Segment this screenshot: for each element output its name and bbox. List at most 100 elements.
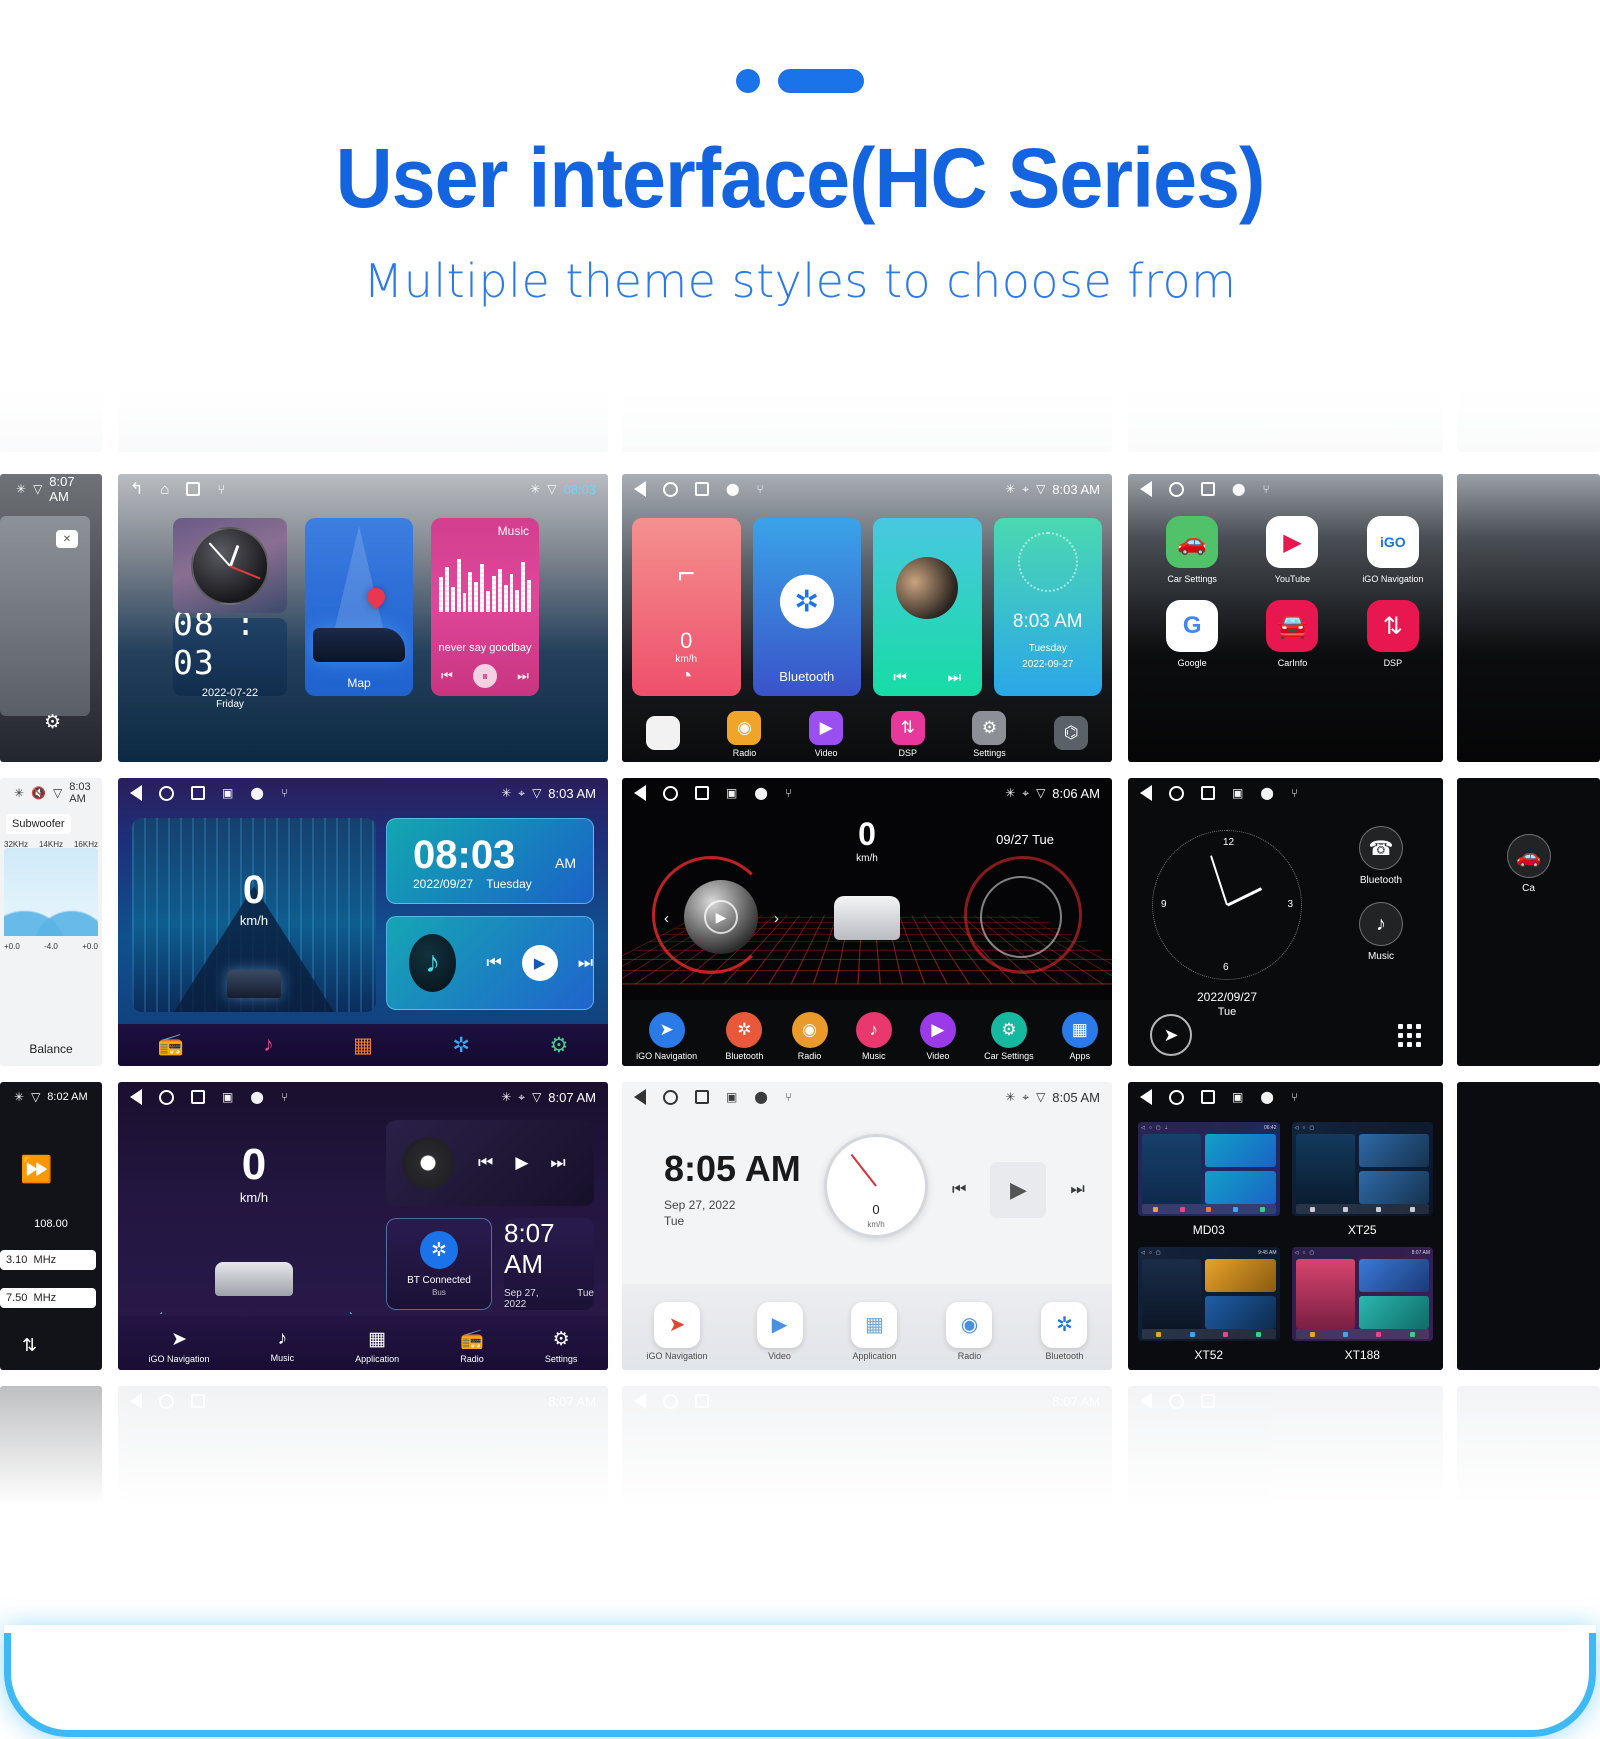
screen-tile-settings-partial[interactable]: ✳ ▽ 8:07 AM ✕ ⚙ xyxy=(0,474,102,762)
music-widget[interactable]: ⏮ ▶ ⏭ xyxy=(386,1120,594,1206)
dock-item-igo[interactable]: ➤ iGO Navigation xyxy=(149,1328,210,1364)
dock-item-bluetooth[interactable]: ✲ Bluetooth xyxy=(725,1011,763,1061)
app-dock[interactable]: ➤ iGO Navigation ✲ Bluetooth ◉ Radio ♪ M… xyxy=(622,1000,1112,1066)
clock-widget[interactable]: 8:05 AM Sep 27, 2022 Tue xyxy=(664,1148,801,1228)
music-card[interactable]: ⏮ ⏭ xyxy=(873,518,982,696)
back-icon[interactable] xyxy=(634,785,646,801)
recents-icon[interactable] xyxy=(695,786,709,800)
home-icon[interactable] xyxy=(663,481,678,497)
next-icon[interactable]: ⏭ xyxy=(517,668,529,684)
speed-widget[interactable]: 0 km/h xyxy=(132,818,376,1012)
map-widget[interactable]: Map xyxy=(305,518,413,696)
recents-icon[interactable] xyxy=(186,482,201,496)
home-icon[interactable] xyxy=(1169,1089,1184,1105)
button-bluetooth[interactable]: ☎ Bluetooth xyxy=(1331,826,1431,886)
apps-icon[interactable]: ▦ xyxy=(353,1033,373,1058)
screen-tile-theme-purple[interactable]: ▣ ⬤ ⑂ ✳ ⌖ ▽ 8:07 AM 0 km/h ⏮ ▶ ⏭ ✲ BT Co… xyxy=(118,1082,608,1370)
app-item-car-settings[interactable]: 🚗 Car Settings xyxy=(1142,516,1242,584)
dock-item-android[interactable]: ⌬ xyxy=(1054,715,1089,753)
model-item-xt188[interactable]: ◁ ○ ▢ 8:07 AM XT188 xyxy=(1291,1247,1433,1362)
clock-widget[interactable]: 8:07 AM Sep 27, 2022 Tue xyxy=(504,1218,594,1310)
dock-item-video[interactable]: ▶ Video xyxy=(756,1301,803,1361)
prev-icon[interactable]: ⏮ xyxy=(478,1153,493,1173)
dock-item-apps[interactable]: ▦ Apps xyxy=(1061,1011,1098,1061)
dock-item-bluetooth[interactable]: ✲ Bluetooth xyxy=(1041,1301,1088,1361)
bottom-bar[interactable]: ➤ xyxy=(1128,1014,1443,1056)
analog-clock[interactable]: 12 3 6 9 xyxy=(1152,830,1302,980)
gear-icon[interactable]: ⚙ xyxy=(549,1033,568,1058)
home-icon[interactable] xyxy=(159,785,174,801)
app-dock[interactable]: ➤ iGO Navigation ♪ Music ▦ Application 📻… xyxy=(118,1316,608,1370)
dock-item-igo[interactable]: ➤ iGO Navigation xyxy=(636,1011,697,1061)
dock-item-music[interactable]: ♪ Music xyxy=(855,1011,892,1061)
model-item-xt25[interactable]: ◁ ○ ▢ XT25 xyxy=(1291,1122,1433,1237)
app-item-carinfo[interactable]: 🚘 CarInfo xyxy=(1242,600,1342,668)
screen-tile-app-grid-partial[interactable] xyxy=(1457,474,1600,762)
back-icon[interactable] xyxy=(634,1089,646,1105)
screen-tile-theme-red[interactable]: ▣ ⬤ ⑂ ✳ ⌖ ▽ 8:06 AM 0 km/h 09/27 Tue ▶ ‹ … xyxy=(622,778,1112,1066)
subwoofer-button[interactable]: Subwoofer xyxy=(6,814,71,834)
dsp-icon[interactable]: ⇅ xyxy=(22,1335,37,1356)
music-controls[interactable]: ⏮ ▶ ⏭ xyxy=(952,1162,1085,1218)
recents-icon[interactable] xyxy=(695,482,709,496)
dock-item-car-settings[interactable]: ⚙ Car Settings xyxy=(984,1011,1034,1061)
app-item-google[interactable]: G Google xyxy=(1142,600,1242,668)
button-car[interactable]: 🚗 Ca xyxy=(1457,834,1600,894)
dock-item-dsp[interactable]: ⇅ DSP xyxy=(890,710,925,758)
prev-icon[interactable]: ⏮ xyxy=(893,669,907,686)
music-icon[interactable]: ♪ xyxy=(263,1033,274,1057)
app-item-igo[interactable]: iGO iGO Navigation xyxy=(1343,516,1443,584)
screen-tile-model-gallery[interactable]: ▣ ⬤ ⑂ ◁ ○ ▢ ᛦ 06:42 MD03 ◁ ○ ▢ XT25 ◁ ○ … xyxy=(1128,1082,1443,1370)
speedometer-widget[interactable]: 0 km/h xyxy=(824,1134,928,1238)
recents-icon[interactable] xyxy=(191,1090,205,1104)
dock-item-radio[interactable]: 📻 Radio xyxy=(460,1327,484,1364)
dock-item-settings[interactable]: ⚙ Settings xyxy=(545,1328,578,1364)
fast-forward-icon[interactable]: ⏩ xyxy=(20,1154,52,1185)
model-item-md03[interactable]: ◁ ○ ▢ ᛦ 06:42 MD03 xyxy=(1138,1122,1280,1237)
recents-icon[interactable] xyxy=(1201,482,1215,496)
dock-item-video[interactable]: ▶ Video xyxy=(919,1011,956,1061)
screen-tile-radio-partial[interactable]: ✳ ▽ 8:02 AM ⏩ 108.00 3.10 MHz 7.50 MHz ⇅ xyxy=(0,1082,102,1370)
clock-widget[interactable]: 08 : 03 2022-07-22 Friday xyxy=(173,518,287,710)
button-music[interactable]: ♪ Music xyxy=(1331,902,1431,962)
play-icon[interactable]: ▶ xyxy=(990,1162,1047,1218)
recents-icon[interactable] xyxy=(1201,1090,1215,1104)
bluetooth-card[interactable]: ✲ Bluetooth xyxy=(752,518,861,696)
dock-item-music[interactable]: ♪ Music xyxy=(271,1328,295,1363)
navigation-icon[interactable]: ➤ xyxy=(1150,1014,1192,1056)
recents-icon[interactable] xyxy=(695,1090,709,1104)
dock-item-igo[interactable]: ➤ iGO Navigation xyxy=(646,1301,708,1361)
screen-tile-model-gallery-partial[interactable] xyxy=(1457,1082,1600,1370)
bluetooth-widget[interactable]: ✲ BT Connected Bus xyxy=(386,1218,492,1310)
play-pause-icon[interactable]: ⏸ xyxy=(472,664,497,688)
gear-icon[interactable]: ⚙ xyxy=(44,711,61,734)
next-icon[interactable]: › xyxy=(774,910,779,927)
recents-icon[interactable] xyxy=(191,786,205,800)
balance-label[interactable]: Balance xyxy=(0,1042,102,1056)
back-icon[interactable] xyxy=(1140,785,1152,801)
app-item-dsp[interactable]: ⇅ DSP xyxy=(1343,600,1443,668)
home-icon[interactable] xyxy=(663,785,678,801)
radio-icon[interactable]: 📻 xyxy=(158,1033,184,1057)
play-icon[interactable]: ▶ xyxy=(521,945,558,981)
back-icon[interactable] xyxy=(130,785,142,801)
clock-widget[interactable]: 08:03 AM 2022/09/27 Tuesday xyxy=(386,818,594,904)
prev-icon[interactable]: ⏮ xyxy=(486,953,501,973)
recents-icon[interactable] xyxy=(1201,786,1215,800)
apps-grid-icon[interactable] xyxy=(1398,1023,1421,1047)
model-item-xt52[interactable]: ◁ ○ ▢ 9:45 AM XT52 xyxy=(1138,1247,1280,1362)
close-icon[interactable]: ✕ xyxy=(56,530,78,548)
music-widget[interactable]: ♪ ⏮ ▶ ⏭ xyxy=(386,916,594,1010)
next-icon[interactable]: ⏭ xyxy=(550,1153,565,1173)
screen-tile-app-grid[interactable]: ⬤ ⑂ 🚗 Car Settings ▶ YouTube iGO iGO Nav… xyxy=(1128,474,1443,762)
preset-1[interactable]: 3.10 MHz xyxy=(0,1250,96,1270)
home-icon[interactable]: ⌂ xyxy=(160,481,169,498)
preset-2[interactable]: 7.50 MHz xyxy=(0,1288,96,1308)
prev-icon[interactable]: ⏮ xyxy=(441,668,453,684)
screen-tile-dark-clock-partial[interactable]: 🚗 Ca xyxy=(1457,778,1600,1066)
navigation-card[interactable]: ⌐ 0 km/h ◔ xyxy=(632,518,741,696)
dock-item-radio[interactable]: ◉ Radio xyxy=(791,1011,828,1061)
prev-icon[interactable]: ‹ xyxy=(664,910,669,927)
app-dock[interactable]: ◉ Radio ▶ Video ⇅ DSP ⚙ Settings ⌬ xyxy=(622,700,1112,762)
dock-item-application[interactable]: ▦ Application xyxy=(851,1301,898,1361)
